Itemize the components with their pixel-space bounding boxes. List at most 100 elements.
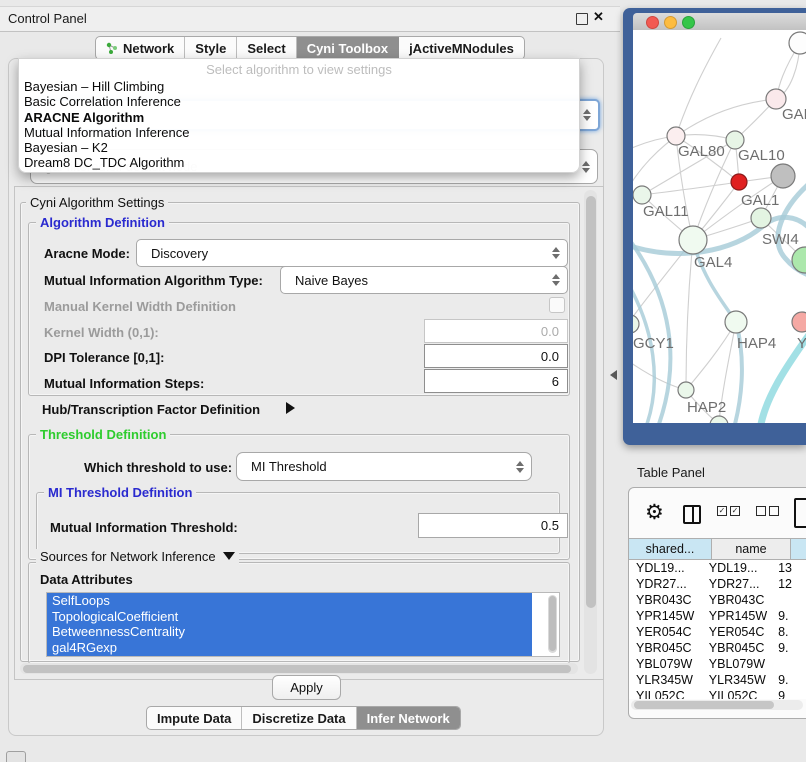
aracne-mode-combo[interactable]: Discovery xyxy=(136,239,568,267)
kernel-width-field[interactable]: 0.0 xyxy=(424,319,568,343)
network-node[interactable] xyxy=(771,164,795,188)
table-cell[interactable]: 9. xyxy=(771,640,806,656)
table-cell[interactable]: YBR045C xyxy=(629,640,702,656)
network-node[interactable] xyxy=(679,226,707,254)
algorithm-option[interactable]: Basic Correlation Inference xyxy=(19,94,579,109)
column-header[interactable]: name xyxy=(712,538,791,560)
checked-checkbox-icon[interactable]: ✓ xyxy=(717,506,727,516)
attribute-item-selected[interactable]: TopologicalCoefficient xyxy=(47,609,532,625)
table-cell[interactable]: YER054C xyxy=(629,624,702,640)
table-row[interactable]: YER054CYER054C8. xyxy=(629,624,806,640)
table-row[interactable]: YBR045CYBR045C9. xyxy=(629,640,806,656)
apply-button[interactable]: Apply xyxy=(272,675,341,700)
which-threshold-combo[interactable]: MI Threshold xyxy=(236,452,532,481)
expander-down-icon[interactable] xyxy=(223,552,235,560)
mi-steps-field[interactable]: 6 xyxy=(424,369,568,393)
network-edge[interactable] xyxy=(642,182,739,195)
network-window-titlebar[interactable] xyxy=(633,13,806,31)
table-cell[interactable]: 8. xyxy=(771,624,806,640)
splitter-collapse-icon[interactable] xyxy=(610,370,617,380)
column-header[interactable]: shared... xyxy=(629,538,712,560)
table-cell[interactable]: YBR045C xyxy=(702,640,771,656)
network-node[interactable] xyxy=(710,416,728,423)
algorithm-option[interactable]: Dream8 DC_TDC Algorithm xyxy=(19,155,579,170)
columns-icon[interactable] xyxy=(683,505,701,524)
table-cell[interactable]: 12 xyxy=(771,576,806,592)
network-node[interactable] xyxy=(633,315,639,333)
gear-icon[interactable]: ⚙ xyxy=(645,500,664,525)
algorithm-option[interactable]: Mutual Information Inference xyxy=(19,125,579,140)
table-cell[interactable]: 9 xyxy=(771,688,806,699)
network-canvas[interactable]: GALGAL80GAL10GAL1GAL11SWI4GAL4GCY1HAP4YH… xyxy=(633,30,806,423)
unchecked-checkbox-icon[interactable] xyxy=(769,506,779,516)
table-cell[interactable]: YIL052C xyxy=(629,688,702,699)
table-cell[interactable]: YDL19... xyxy=(702,560,771,576)
close-icon[interactable]: ✕ xyxy=(593,9,604,25)
column-header[interactable]: A xyxy=(791,538,806,560)
table-cell[interactable]: YBL079W xyxy=(629,656,702,672)
table-cell[interactable]: YDL19... xyxy=(629,560,702,576)
network-node[interactable] xyxy=(633,186,651,204)
mi-threshold-field[interactable]: 0.5 xyxy=(418,513,568,538)
attribute-item-selected[interactable]: SelfLoops xyxy=(47,593,532,609)
manual-kernel-checkbox[interactable] xyxy=(549,297,565,313)
network-edge[interactable] xyxy=(633,360,686,390)
table-cell[interactable]: 9. xyxy=(771,672,806,688)
network-node[interactable] xyxy=(731,174,747,190)
tab-select[interactable]: Select xyxy=(237,37,296,59)
network-node[interactable] xyxy=(725,311,747,333)
network-edge[interactable] xyxy=(686,322,736,390)
table-row[interactable]: YIL052CYIL052C9 xyxy=(629,688,806,699)
settings-vertical-scrollbar[interactable] xyxy=(584,190,597,674)
table-row[interactable]: YDL19...YDL19...13 xyxy=(629,560,806,576)
network-node[interactable] xyxy=(751,208,771,228)
network-edge[interactable] xyxy=(686,240,693,390)
minimize-traffic-light-icon[interactable] xyxy=(664,16,677,29)
table-cell[interactable] xyxy=(771,592,806,608)
table-cell[interactable]: YDR27... xyxy=(702,576,771,592)
close-traffic-light-icon[interactable] xyxy=(646,16,659,29)
tab-discretize-data[interactable]: Discretize Data xyxy=(242,707,356,729)
table-row[interactable]: YBR043CYBR043C xyxy=(629,592,806,608)
table-cell[interactable]: YPR145W xyxy=(702,608,771,624)
table-cell[interactable]: YER054C xyxy=(702,624,771,640)
attribute-item-selected[interactable]: gal4RGexp xyxy=(47,640,532,656)
settings-horizontal-scrollbar[interactable] xyxy=(20,663,578,674)
expander-right-icon[interactable] xyxy=(286,402,295,414)
minimized-panel-icon[interactable] xyxy=(6,751,26,762)
table-horizontal-scrollbar[interactable] xyxy=(631,700,803,710)
tab-jactivemnodules[interactable]: jActiveMNodules xyxy=(399,37,524,59)
table-row[interactable]: YBL079WYBL079W xyxy=(629,656,806,672)
table-row[interactable]: YPR145WYPR145W9. xyxy=(629,608,806,624)
list-vertical-scrollbar[interactable] xyxy=(548,595,557,653)
network-edge[interactable] xyxy=(676,38,721,136)
table-row[interactable]: YLR345WYLR345W9. xyxy=(629,672,806,688)
algorithm-option[interactable]: Bayesian – Hill Climbing xyxy=(19,79,579,94)
tab-cyni-toolbox[interactable]: Cyni Toolbox xyxy=(297,37,399,59)
table-cell[interactable]: YDR27... xyxy=(629,576,702,592)
dpi-tolerance-field[interactable]: 0.0 xyxy=(424,344,568,368)
table-cell[interactable]: YLR345W xyxy=(629,672,702,688)
table-cell[interactable]: YIL052C xyxy=(702,688,771,699)
table-cell[interactable]: YPR145W xyxy=(629,608,702,624)
table-row[interactable]: YDR27...YDR27...12 xyxy=(629,576,806,592)
table-cell[interactable]: YBR043C xyxy=(629,592,702,608)
network-node[interactable] xyxy=(792,312,806,332)
document-icon[interactable] xyxy=(794,498,806,528)
network-node[interactable] xyxy=(678,382,694,398)
checked-checkbox-icon[interactable]: ✓ xyxy=(730,506,740,516)
algorithm-option-selected[interactable]: ARACNE Algorithm xyxy=(19,110,579,125)
algorithm-option[interactable]: Bayesian – K2 xyxy=(19,140,579,155)
table-cell[interactable]: 9. xyxy=(771,608,806,624)
network-node[interactable] xyxy=(789,32,806,54)
table-cell[interactable]: YBL079W xyxy=(702,656,771,672)
table-cell[interactable] xyxy=(771,656,806,672)
mi-algorithm-type-combo[interactable]: Naive Bayes xyxy=(280,266,568,294)
table-cell[interactable]: 13 xyxy=(771,560,806,576)
zoom-traffic-light-icon[interactable] xyxy=(682,16,695,29)
tab-style[interactable]: Style xyxy=(185,37,237,59)
float-window-icon[interactable] xyxy=(576,13,588,25)
unchecked-checkbox-icon[interactable] xyxy=(756,506,766,516)
tab-infer-network[interactable]: Infer Network xyxy=(357,707,460,729)
attribute-item-selected[interactable]: BetweennessCentrality xyxy=(47,624,532,640)
